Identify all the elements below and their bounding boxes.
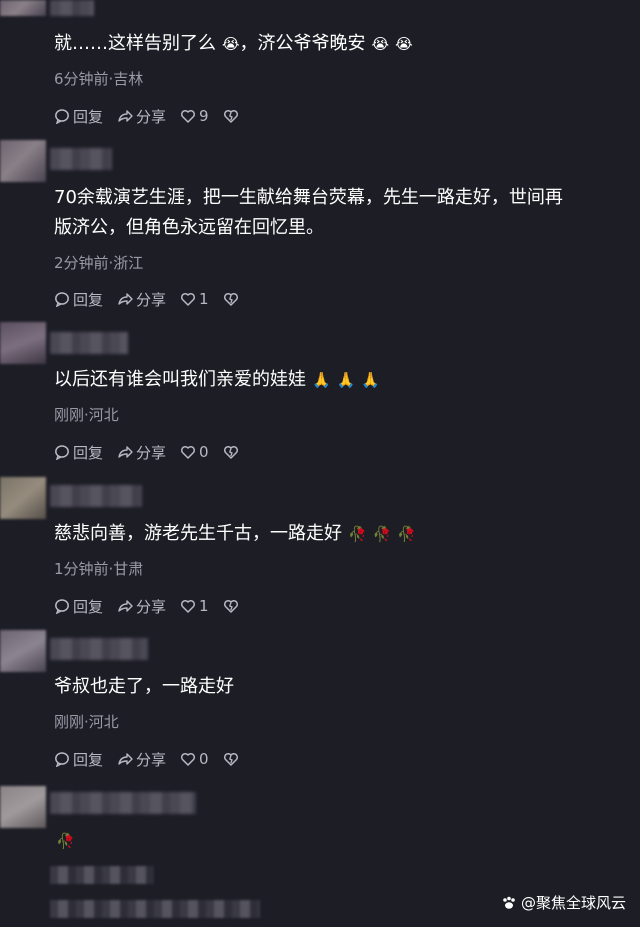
- share-icon: [118, 110, 133, 122]
- paw-logo-icon: [503, 896, 515, 909]
- share-button[interactable]: 分享: [117, 749, 166, 770]
- dislike-button[interactable]: [223, 444, 242, 460]
- share-icon: [118, 600, 133, 612]
- share-button[interactable]: 分享: [117, 596, 166, 617]
- heart-icon: [180, 445, 196, 459]
- username-blurred[interactable]: [50, 485, 142, 507]
- emoji: 🥀: [372, 525, 392, 543]
- broken-heart-icon: [223, 752, 238, 766]
- like-button[interactable]: 0: [180, 750, 209, 768]
- reply-icon: [55, 752, 69, 767]
- comment-text: 🥀: [54, 826, 640, 856]
- emoji: 😭: [395, 35, 413, 53]
- like-button[interactable]: 0: [180, 443, 209, 461]
- like-count: 1: [199, 290, 209, 308]
- share-button[interactable]: 分享: [117, 289, 166, 310]
- share-button[interactable]: 分享: [117, 442, 166, 463]
- avatar[interactable]: [0, 630, 46, 672]
- like-count: 0: [199, 750, 209, 768]
- heart-icon: [180, 292, 196, 306]
- broken-heart-icon: [223, 445, 238, 459]
- broken-heart-icon: [223, 109, 238, 123]
- emoji: 😭: [222, 35, 240, 53]
- heart-icon: [180, 109, 196, 123]
- heart-icon: [180, 599, 196, 613]
- reply-button[interactable]: 回复: [54, 106, 103, 127]
- like-count: 0: [199, 443, 209, 461]
- avatar[interactable]: [0, 786, 46, 828]
- reply-button[interactable]: 回复: [54, 749, 103, 770]
- comment-meta: 刚刚·河北: [54, 713, 119, 731]
- reply-icon: [55, 109, 69, 124]
- avatar[interactable]: [0, 322, 46, 364]
- comment-actions: 回复 分享 1: [54, 287, 256, 311]
- emoji: 🙏: [312, 371, 331, 389]
- like-count: 9: [199, 107, 209, 125]
- comment-actions: 回复 分享 0: [54, 440, 256, 464]
- share-icon: [118, 293, 133, 305]
- comment-text: 以后还有谁会叫我们亲爱的娃娃 🙏 🙏 🙏: [54, 369, 381, 390]
- comment-meta: 1分钟前·甘肃: [54, 560, 144, 578]
- emoji: 🙏: [336, 371, 356, 389]
- emoji: 🥀: [56, 832, 75, 850]
- dislike-button[interactable]: [223, 108, 242, 124]
- comment-meta: 6分钟前·吉林: [54, 70, 144, 88]
- comment-meta: 2分钟前·浙江: [54, 254, 144, 272]
- like-button[interactable]: 1: [180, 597, 209, 615]
- like-count: 1: [199, 597, 209, 615]
- comment-meta: 刚刚·河北: [54, 406, 119, 424]
- username-blurred[interactable]: [50, 148, 112, 170]
- dislike-button[interactable]: [223, 751, 242, 767]
- comment-actions: 回复 分享 9: [54, 104, 256, 128]
- share-icon: [118, 446, 133, 458]
- like-button[interactable]: 1: [180, 290, 209, 308]
- watermark: @聚焦全球风云: [501, 892, 626, 913]
- comment-text: 70余载演艺生涯，把一生献给舞台荧幕，先生一路走好，世间再: [54, 187, 563, 208]
- heart-icon: [180, 752, 196, 766]
- reply-icon: [55, 292, 69, 307]
- share-button[interactable]: 分享: [117, 106, 166, 127]
- username-blurred[interactable]: [50, 332, 128, 354]
- reply-button[interactable]: 回复: [54, 289, 103, 310]
- broken-heart-icon: [223, 292, 238, 306]
- emoji: 🥀: [348, 525, 367, 543]
- username-blurred[interactable]: [50, 638, 148, 660]
- avatar[interactable]: [0, 477, 46, 519]
- broken-heart-icon: [223, 599, 238, 613]
- share-icon: [118, 753, 133, 765]
- comment-actions: 回复 分享 1: [54, 594, 256, 618]
- reply-button[interactable]: 回复: [54, 442, 103, 463]
- emoji: 😭: [371, 35, 390, 53]
- emoji: 🥀: [397, 525, 417, 543]
- avatar[interactable]: [0, 0, 46, 16]
- reply-icon: [55, 445, 69, 460]
- username-blurred[interactable]: [50, 0, 94, 16]
- reply-icon: [55, 599, 69, 614]
- like-button[interactable]: 9: [180, 107, 209, 125]
- comment-actions: 回复 分享 0: [54, 747, 256, 771]
- watermark-text: @聚焦全球风云: [520, 894, 626, 912]
- dislike-button[interactable]: [223, 598, 242, 614]
- emoji: 🙏: [361, 371, 381, 389]
- meta-blurred: [50, 866, 154, 884]
- reply-button[interactable]: 回复: [54, 596, 103, 617]
- dislike-button[interactable]: [223, 291, 242, 307]
- comment-text: 爷叔也走了，一路走好: [54, 676, 234, 697]
- comment-text: 慈悲向善，游老先生千古，一路走好 🥀 🥀 🥀: [54, 523, 417, 544]
- username-blurred[interactable]: [50, 792, 196, 814]
- comment-text: 就……这样告别了么 😭，济公爷爷晚安 😭 😭: [54, 33, 413, 54]
- actions-blurred: [50, 900, 260, 918]
- comment-text-line2: 版济公，但角色永远留在回忆里。: [54, 217, 324, 238]
- avatar[interactable]: [0, 140, 46, 182]
